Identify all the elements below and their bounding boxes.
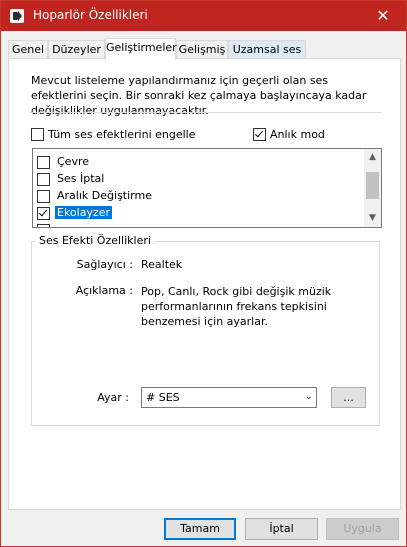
list-item[interactable]: Ses İptal xyxy=(37,171,363,188)
window-title: Hoparlör Özellikleri xyxy=(33,8,148,22)
effect-label: Çevre xyxy=(57,155,90,168)
disable-all-checkbox[interactable] xyxy=(31,128,44,141)
setting-value: # SES xyxy=(146,391,180,404)
setting-dropdown[interactable]: # SES ⌄ xyxy=(141,387,317,408)
effect-label: Ekolayzer xyxy=(55,206,113,219)
effect-label: Aralık Değiştirme xyxy=(57,189,152,202)
tab-spatial-sound[interactable]: Uzamsal ses xyxy=(228,40,306,59)
close-button[interactable]: ✕ xyxy=(360,1,406,31)
list-item-partial xyxy=(37,222,363,227)
setting-label: Ayar : xyxy=(97,391,129,404)
tab-enhancements[interactable]: Geliştirmeler xyxy=(105,38,177,60)
divider xyxy=(29,112,382,113)
list-item[interactable]: Aralık Değiştirme xyxy=(37,188,363,205)
scroll-thumb[interactable] xyxy=(366,172,379,199)
description-value: Pop, Canlı, Rock gibi değişik müzik perf… xyxy=(141,285,332,328)
effect-checkbox[interactable] xyxy=(37,190,50,203)
tab-levels[interactable]: Düzeyler xyxy=(48,40,105,59)
description-label: Açıklama : xyxy=(75,284,133,297)
apply-button[interactable]: Uygula xyxy=(326,518,399,540)
cancel-button[interactable]: İptal xyxy=(245,518,318,540)
title-bar[interactable]: Hoparlör Özellikleri ✕ xyxy=(1,1,406,31)
list-item[interactable]: Ekolayzer xyxy=(37,205,363,222)
effect-label: Ses İptal xyxy=(57,172,105,185)
speaker-properties-window: Hoparlör Özellikleri ✕ Genel Düzeyler Ge… xyxy=(0,0,407,547)
group-title: Ses Efekti Özellikleri xyxy=(36,234,154,247)
scroll-up-icon[interactable]: ▲ xyxy=(364,149,381,166)
provider-value: Realtek xyxy=(141,258,183,271)
effect-checkbox[interactable] xyxy=(37,173,50,186)
immediate-mode-checkbox[interactable] xyxy=(253,128,266,141)
chevron-down-icon: ⌄ xyxy=(304,391,313,402)
effect-checkbox[interactable] xyxy=(37,207,50,220)
list-scrollbar[interactable]: ▲ ▼ xyxy=(364,149,381,227)
speaker-icon xyxy=(10,9,24,23)
tab-advanced[interactable]: Gelişmiş xyxy=(176,40,228,59)
tab-strip: Genel Düzeyler Geliştirmeler Gelişmiş Uz… xyxy=(8,38,402,60)
provider-label: Sağlayıcı : xyxy=(76,258,133,271)
ok-button[interactable]: Tamam xyxy=(164,518,236,540)
effect-checkbox[interactable] xyxy=(37,156,50,169)
disable-all-label: Tüm ses efektlerini engelle xyxy=(48,128,196,141)
setting-more-button[interactable]: ... xyxy=(331,387,366,408)
effect-checkbox xyxy=(37,224,50,227)
immediate-mode-label: Anlık mod xyxy=(270,128,325,141)
list-item[interactable]: Çevre xyxy=(37,154,363,171)
tab-general[interactable]: Genel xyxy=(8,40,48,59)
effects-list[interactable]: Çevre Ses İptal Aralık Değiştirme Ekolay… xyxy=(32,148,382,228)
scroll-down-icon[interactable]: ▼ xyxy=(364,210,381,227)
